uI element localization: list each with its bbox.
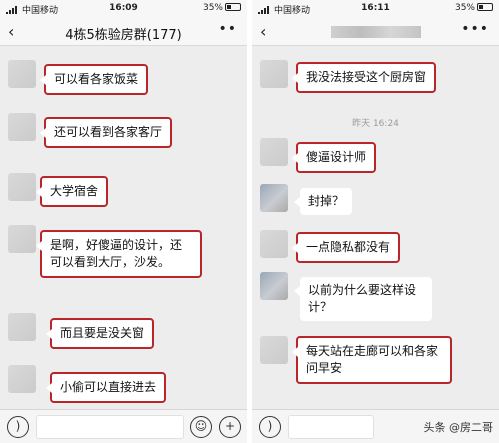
battery-icon bbox=[225, 3, 241, 11]
status-bar: 中国移动 16:11 35% bbox=[252, 0, 499, 18]
battery-icon bbox=[477, 3, 493, 11]
chat-timestamp: 昨天 16:24 bbox=[352, 119, 399, 129]
add-icon[interactable]: + bbox=[219, 416, 241, 438]
avatar[interactable] bbox=[8, 173, 36, 201]
watermark: 头条 @房二哥 bbox=[423, 421, 494, 434]
avatar[interactable] bbox=[260, 230, 288, 258]
more-icon[interactable]: ••• bbox=[461, 21, 489, 37]
message-bubble: 是啊，好傻逼的设计，还可以看到大厅，沙发。 bbox=[36, 230, 202, 278]
battery-percent: 35% bbox=[454, 3, 475, 13]
avatar[interactable] bbox=[8, 365, 36, 393]
emoji-icon[interactable]: ☺ bbox=[190, 416, 212, 438]
message-bubble: 傻逼设计师 bbox=[291, 142, 377, 173]
voice-icon[interactable]: ) bbox=[7, 416, 29, 438]
message-bubble: 小偷可以直接进去 bbox=[45, 372, 167, 403]
message-bubble: 可以看各家饭菜 bbox=[39, 64, 149, 95]
chat-header: ‹ ••• bbox=[252, 18, 499, 46]
chat-header: ‹ 4栋5栋验房群(177) •• bbox=[0, 18, 247, 46]
avatar[interactable] bbox=[8, 225, 36, 253]
message-bubble: 我没法接受这个厨房窗 bbox=[291, 62, 437, 93]
avatar[interactable] bbox=[260, 272, 288, 300]
mute-icon: •• bbox=[218, 21, 237, 37]
group-title: 4栋5栋验房群(177) bbox=[65, 28, 182, 43]
message-bubble: 还可以看到各家客厅 bbox=[39, 117, 173, 148]
avatar[interactable] bbox=[8, 313, 36, 341]
input-bar: ) ☺ + bbox=[0, 409, 247, 443]
battery-percent: 35% bbox=[202, 3, 223, 13]
left-chat-screenshot: 中国移动 16:09 35% ‹ 4栋5栋验房群(177) •• 可以看各家饭菜… bbox=[0, 0, 247, 443]
message-bubble: 一点隐私都没有 bbox=[291, 232, 401, 263]
avatar[interactable] bbox=[8, 60, 36, 88]
message-input[interactable] bbox=[288, 415, 374, 439]
avatar[interactable] bbox=[260, 184, 288, 212]
message-bubble: 大学宿舍 bbox=[35, 176, 109, 207]
status-bar: 中国移动 16:09 35% bbox=[0, 0, 247, 18]
avatar[interactable] bbox=[8, 113, 36, 141]
message-bubble: 以前为什么要这样设计？ bbox=[294, 277, 432, 321]
message-bubble: 封掉？ bbox=[293, 188, 353, 215]
message-bubble: 每天站在走廊可以和各家问早安 bbox=[292, 336, 452, 384]
message-input[interactable] bbox=[36, 415, 184, 439]
avatar[interactable] bbox=[260, 138, 288, 166]
avatar[interactable] bbox=[260, 60, 288, 88]
voice-icon[interactable]: ) bbox=[259, 416, 281, 438]
blurred-title-block bbox=[330, 25, 421, 38]
avatar[interactable] bbox=[260, 336, 288, 364]
right-chat-screenshot: 中国移动 16:11 35% ‹ ••• 我没法接受这个厨房窗 昨天 16:24… bbox=[252, 0, 499, 443]
message-bubble: 而且要是没关窗 bbox=[45, 318, 155, 349]
